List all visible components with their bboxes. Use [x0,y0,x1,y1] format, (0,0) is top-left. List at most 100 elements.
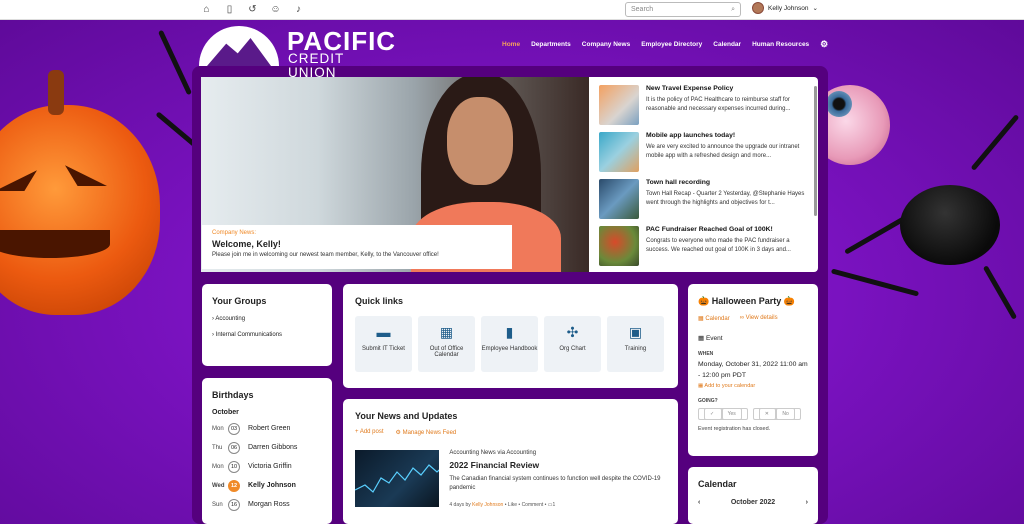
event-card: 🎃 Halloween Party 🎃 ▦ Calendar ∞ View de… [688,284,818,456]
event-calendar-link[interactable]: ▦ Calendar [698,315,730,322]
search-placeholder: Search [631,6,654,13]
chevron-right-icon[interactable]: › [806,499,808,506]
event-title: 🎃 Halloween Party 🎃 [698,296,808,307]
quick-link-org-chart[interactable]: ✣ Org Chart [544,316,601,372]
nav-calendar[interactable]: Calendar [713,41,741,48]
news-post[interactable]: Accounting News via Accounting 2022 Fina… [355,450,666,508]
brand-logo[interactable]: PACIFIC CREDIT UNION [199,26,395,80]
hero-face [447,97,513,185]
calendar-nav: ‹ October 2022 › [698,499,808,506]
news-actions: + Add post ⚙ Manage News Feed [355,429,666,436]
nav-departments[interactable]: Departments [531,41,571,48]
rsvp-yes-button[interactable]: ✓ Yes [698,408,748,420]
main-nav: Home Departments Company News Employee D… [502,39,828,50]
comment-button[interactable]: Comment [522,502,544,508]
birthday-row[interactable]: Mon 03 Robert Green [212,419,322,438]
news-desc: Town Hall Recap - Quarter 2 Yesterday, @… [646,191,805,206]
birthday-day: 10 [228,460,240,473]
birthday-dow: Mon [212,463,224,470]
calendar-icon: ▦ [439,324,454,340]
nav-company-news[interactable]: Company News [582,41,630,48]
chevron-left-icon[interactable]: ‹ [698,499,700,506]
event-when: Monday, October 31, 2022 11:00 am - 12:0… [698,361,808,379]
birthdays-card: Birthdays October Mon 03 Robert Green Thu 0… [202,378,332,524]
list-item[interactable]: Town hall recording Town Hall Recap - Qua… [599,179,808,226]
group-item[interactable]: › Internal Communications [212,332,322,338]
bell-icon[interactable]: ♪ [292,3,305,16]
quick-link-label: Org Chart [559,346,586,352]
quick-link-training[interactable]: ▣ Training [607,316,664,372]
home-icon[interactable]: ⌂ [200,3,213,16]
book-icon: ▮ [505,324,514,340]
groups-card: Your Groups › Accounting › Internal Comm… [202,284,332,366]
event-title-text: Halloween Party [711,296,782,306]
list-item[interactable]: PAC Fundraiser Reached Goal of 100K! Cong… [599,226,808,272]
list-item[interactable]: New Travel Expense Policy It is the polic… [599,85,808,132]
event-links: ▦ Calendar ∞ View details [698,315,808,322]
news-scrollbar[interactable] [814,86,817,216]
nav-human-resources[interactable]: Human Resources [752,41,809,48]
news-desc: It is the policy of PAC Healthcare to re… [646,97,791,112]
birthday-day: 12 [228,479,240,492]
gear-icon[interactable]: ⚙ [820,39,828,50]
manage-feed-label: Manage News Feed [402,430,457,436]
quick-link-label: Out of Office Calendar [429,346,464,358]
birthday-row[interactable]: Thu 06 Darren Gibbons [212,438,322,457]
rsvp-no-button[interactable]: ✕ No [752,408,801,420]
manage-feed-button[interactable]: ⚙ Manage News Feed [396,429,457,436]
news-updates-title: Your News and Updates [355,411,458,421]
news-title: Mobile app launches today! [646,132,736,139]
quick-link-label: Employee Handbook [481,346,538,352]
quick-link-ooo-calendar[interactable]: ▦ Out of Office Calendar [418,316,475,372]
post-title[interactable]: 2022 Financial Review [449,460,666,470]
birthday-name: Morgan Ross [248,501,290,508]
post-author[interactable]: Kelly Johnson [472,502,503,508]
brand-subtitle: CREDIT UNION [288,51,345,80]
event-details-label: View details [745,315,778,321]
news-updates-card: Your News and Updates + Add post ⚙ Manag… [343,399,678,524]
add-to-calendar-label: Add to your calendar [704,383,756,389]
history-icon[interactable]: ↺ [246,3,259,16]
add-post-button[interactable]: + Add post [355,429,384,436]
birthday-row[interactable]: Sun 16 Morgan Ross [212,495,322,514]
avatar [752,2,764,14]
nav-home[interactable]: Home [502,41,520,48]
hero-tag-text: Company News [212,230,255,236]
calendar-title: Calendar [698,479,737,489]
birthday-dow: Mon [212,425,224,432]
hero-caption[interactable]: Company News: Welcome, Kelly! Please joi… [202,225,512,269]
group-item[interactable]: › Accounting [212,316,322,322]
pumpkin-eye-right [65,160,107,186]
event-calendar-label: Calendar [705,316,730,322]
list-item[interactable]: Mobile app launches today! We are very ex… [599,132,808,179]
like-button[interactable]: Like [508,502,517,508]
user-menu[interactable]: Kelly Johnson ⌄ [752,2,818,14]
news-title: Town hall recording [646,179,711,186]
post-meta: 4 days by Kelly Johnson • Like • Comment… [449,502,556,508]
hero-desc: Please join me in welcoming our newest t… [212,252,439,258]
birthdays-title: Birthdays [212,390,254,400]
news-desc: We are very excited to announce the upgr… [646,144,800,159]
check-icon: ✓ [704,408,722,420]
quick-link-it-ticket[interactable]: ▬ Submit IT Ticket [355,316,412,372]
add-to-calendar-link[interactable]: ▦ Add to your calendar [698,383,808,389]
news-title: PAC Fundraiser Reached Goal of 100K! [646,226,773,233]
event-details-link[interactable]: ∞ View details [740,315,778,322]
add-post-label: Add post [359,429,384,435]
quick-links-row: ▬ Submit IT Ticket ▦ Out of Office Calenda… [355,316,666,372]
birthday-day: 03 [228,422,240,435]
group-label: Internal Communications [215,332,283,338]
nav-employee-directory[interactable]: Employee Directory [641,41,702,48]
post-desc: The Canadian financial system continues … [449,476,661,491]
pumpkin-mouth [0,230,110,258]
people-icon[interactable]: ☺ [269,3,282,16]
birthday-row[interactable]: Mon 10 Victoria Griffin [212,457,322,476]
birthday-dow: Thu [212,444,223,451]
pumpkin-icon: 🎃 [781,296,795,306]
search-input[interactable]: Search ⌕ [625,2,741,17]
birthday-row[interactable]: Wed 12 Kelly Johnson [212,476,322,495]
quick-link-handbook[interactable]: ▮ Employee Handbook [481,316,538,372]
hero-title[interactable]: Welcome, Kelly! [212,239,502,249]
bookmark-icon[interactable]: ▯ [223,3,236,16]
when-label: WHEN [698,351,714,357]
